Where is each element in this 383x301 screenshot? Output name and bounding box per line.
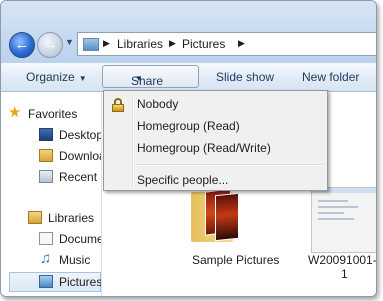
back-button[interactable]: ← — [9, 32, 35, 58]
share-with-menu: Nobody Homegroup (Read) Homegroup (Read/… — [103, 90, 328, 191]
breadcrumb-pictures[interactable]: Pictures — [182, 37, 225, 51]
share-with-button[interactable]: Share with▼ — [102, 65, 199, 102]
organize-button[interactable]: Organize ▼ — [26, 68, 87, 86]
explorer-window: ← → ▼ ▶ Libraries ▶ Pictures ▶ Organize ▼… — [0, 0, 377, 297]
breadcrumb-libraries[interactable]: Libraries — [117, 37, 163, 51]
thumbnail-text-line — [318, 218, 354, 220]
pictures-icon — [39, 275, 53, 288]
recent-places-icon — [39, 170, 53, 183]
downloads-folder-icon — [39, 149, 53, 162]
navigation-pane: ★ Favorites Desktop Downloads Recent Pla… — [1, 92, 136, 296]
file-label[interactable]: W20091001-W — [308, 253, 376, 267]
lock-icon — [112, 98, 124, 112]
arrow-right-icon: → — [42, 36, 58, 53]
recent-pages-dropdown[interactable]: ▼ — [65, 37, 74, 47]
folder-label[interactable]: Sample Pictures — [192, 253, 279, 267]
breadcrumb-chevron-icon[interactable]: ▶ — [238, 38, 245, 49]
photo-thumbnail-icon — [215, 192, 239, 242]
thumbnail-text-line — [318, 200, 348, 202]
breadcrumb-chevron-icon[interactable]: ▶ — [103, 38, 110, 49]
menu-separator — [134, 164, 324, 166]
file-label-line2: 1 — [341, 267, 348, 281]
star-icon: ★ — [8, 104, 22, 121]
image-thumbnail-icon[interactable] — [311, 187, 376, 253]
new-folder-button[interactable]: New folder — [302, 68, 359, 86]
pictures-library-icon — [83, 38, 99, 51]
slide-show-button[interactable]: Slide show — [216, 68, 274, 86]
nav-item-label: Music — [59, 253, 91, 267]
nav-item-label: Desktop — [59, 128, 104, 142]
libraries-icon — [28, 211, 42, 224]
nav-favorites-label: Favorites — [28, 107, 78, 121]
menu-item-nobody[interactable]: Nobody — [137, 94, 178, 114]
menu-item-specific-people[interactable]: Specific people... — [137, 170, 228, 190]
folder-sample-pictures[interactable] — [191, 188, 239, 242]
nav-item-label: Pictures — [59, 275, 103, 289]
chevron-down-icon: ▼ — [78, 74, 87, 83]
title-bar: ← → ▼ ▶ Libraries ▶ Pictures ▶ — [1, 1, 376, 63]
menu-item-homegroup-read-write[interactable]: Homegroup (Read/Write) — [137, 138, 271, 158]
menu-item-homegroup-read[interactable]: Homegroup (Read) — [137, 116, 240, 136]
lock-body — [112, 104, 124, 112]
nav-libraries-label: Libraries — [48, 211, 95, 225]
address-bar[interactable]: ▶ Libraries ▶ Pictures ▶ — [77, 32, 376, 56]
breadcrumb-chevron-icon[interactable]: ▶ — [169, 38, 176, 49]
chevron-down-icon: ▼ — [135, 74, 143, 83]
command-bar: Organize▼ Share with▼ Slide show New fol… — [1, 63, 376, 102]
organize-label: Organize — [26, 70, 75, 84]
music-note-icon: ♫ — [40, 250, 52, 267]
thumbnail-text-line — [318, 212, 344, 214]
menu-gutter — [132, 93, 134, 188]
desktop-icon — [39, 128, 53, 141]
arrow-left-icon: ← — [14, 36, 30, 53]
documents-icon — [39, 232, 53, 245]
forward-button[interactable]: → — [37, 32, 63, 58]
thumbnail-text-line — [318, 206, 358, 208]
